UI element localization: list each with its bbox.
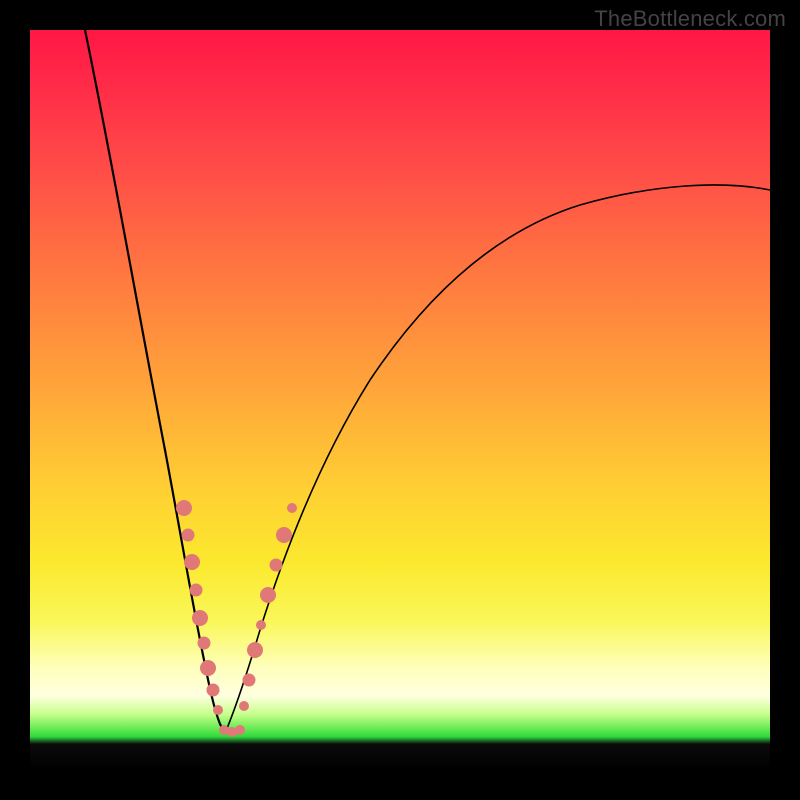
plot-area — [30, 30, 770, 770]
curve-right-arm — [225, 185, 770, 733]
markers-left — [176, 500, 223, 715]
markers-floor — [219, 725, 245, 737]
curve-left-arm — [85, 30, 225, 733]
curve-svg — [30, 30, 770, 770]
watermark-text: TheBottleneck.com — [594, 6, 786, 32]
chart-frame: TheBottleneck.com — [0, 0, 800, 800]
